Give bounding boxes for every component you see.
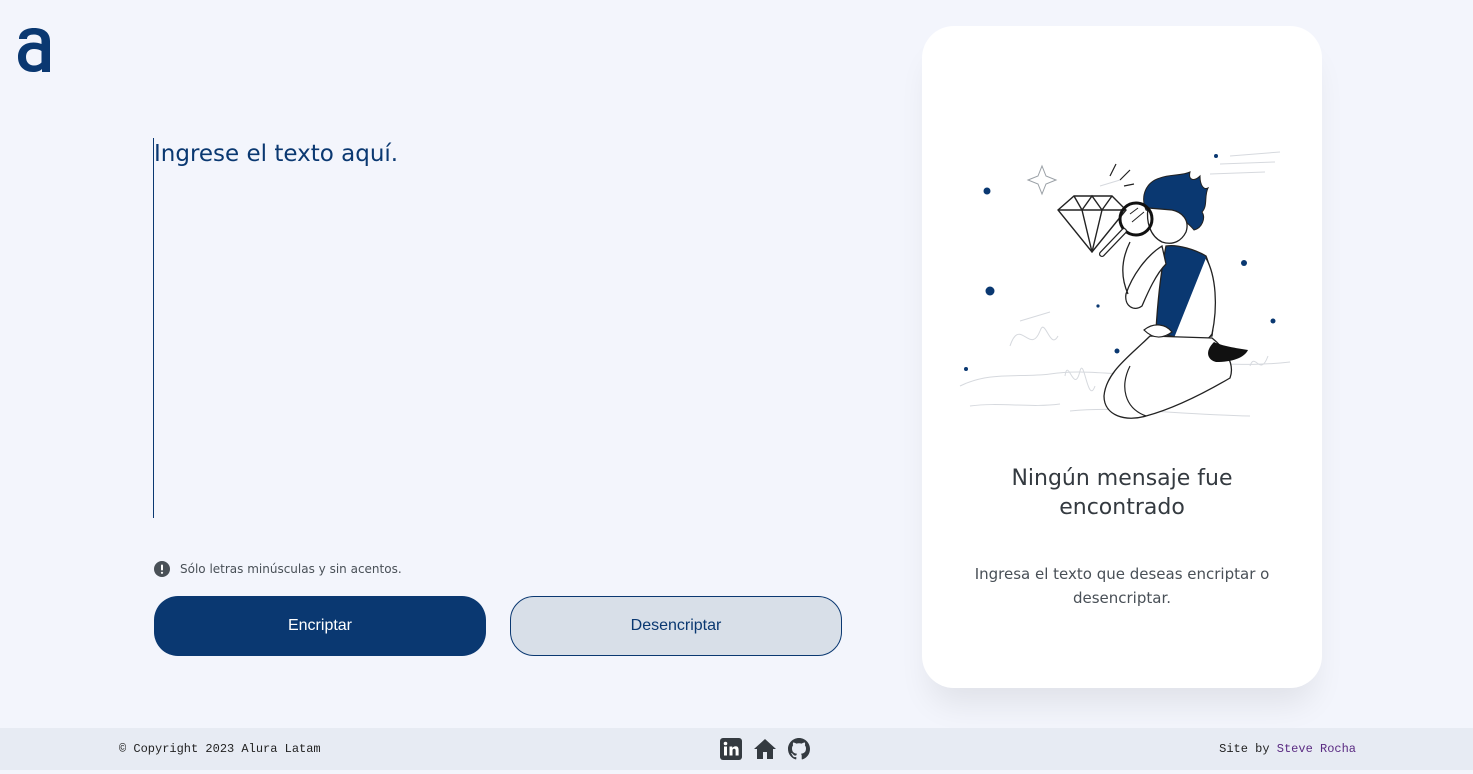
author-link[interactable]: Steve Rocha: [1277, 742, 1356, 756]
site-credit: Site by Steve Rocha: [1219, 742, 1356, 756]
credit-prefix: Site by: [1219, 742, 1270, 756]
empty-state-description: Ingresa el texto que deseas encriptar o …: [974, 565, 1270, 607]
message-input[interactable]: [153, 138, 843, 518]
hint-text: Sólo letras minúsculas y sin acentos.: [180, 562, 402, 576]
search-illustration: [959, 151, 1291, 419]
copyright-text: © Copyright 2023 Alura Latam: [119, 742, 321, 756]
exclamation-circle-icon: [154, 561, 170, 577]
linkedin-icon[interactable]: [719, 737, 743, 761]
output-panel: Ningún mensaje fue encontrado Ingresa el…: [922, 26, 1322, 688]
social-links: [719, 737, 811, 761]
footer: © Copyright 2023 Alura Latam Site by Ste…: [0, 728, 1473, 770]
alura-logo-icon[interactable]: [14, 24, 54, 76]
github-icon[interactable]: [787, 737, 811, 761]
decrypt-button[interactable]: Desencriptar: [510, 596, 842, 656]
encrypt-button[interactable]: Encriptar: [154, 596, 486, 656]
empty-state-title: Ningún mensaje fue encontrado: [1011, 466, 1233, 520]
home-icon[interactable]: [753, 737, 777, 761]
input-hint: Sólo letras minúsculas y sin acentos.: [154, 561, 402, 577]
